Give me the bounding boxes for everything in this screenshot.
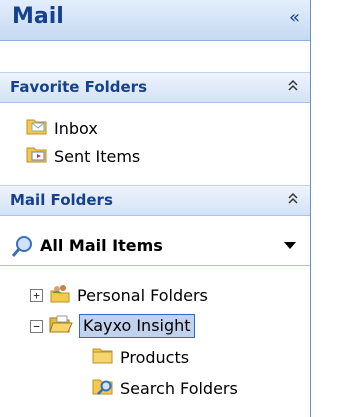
search-icon: [10, 235, 34, 263]
kayxo-insight-label: Kayxo Insight: [79, 314, 195, 338]
personal-folders-label: Personal Folders: [77, 285, 208, 305]
search-folders-label: Search Folders: [120, 378, 238, 398]
chevron-up-icon[interactable]: [286, 76, 300, 98]
all-mail-items-label: All Mail Items: [40, 236, 163, 255]
favorite-folders-title: Favorite Folders: [10, 78, 147, 96]
dropdown-arrow-icon[interactable]: [284, 242, 296, 249]
products-label: Products: [120, 347, 190, 367]
chevron-up-icon[interactable]: [286, 189, 300, 211]
tree-item-products[interactable]: Products: [92, 345, 189, 369]
favorite-folders-header[interactable]: Favorite Folders: [0, 72, 310, 103]
sent-items-label: Sent Items: [54, 146, 141, 166]
tree-item-kayxo-insight[interactable]: − Kayxo Insight: [30, 314, 195, 338]
expand-icon[interactable]: +: [30, 288, 43, 302]
mail-folders-header[interactable]: Mail Folders: [0, 185, 310, 216]
all-mail-items-selector[interactable]: All Mail Items: [0, 229, 310, 266]
mail-folders-title: Mail Folders: [10, 191, 113, 209]
search-folder-icon: [92, 376, 114, 400]
inbox-folder-icon: [26, 117, 48, 139]
collapse-icon[interactable]: −: [30, 319, 43, 333]
folder-icon: [92, 346, 114, 368]
personal-folders-icon: [49, 283, 71, 307]
pane-header: Mail «: [0, 0, 310, 41]
open-folder-icon: [49, 314, 73, 338]
favorite-item-inbox[interactable]: Inbox: [26, 116, 98, 140]
favorite-item-sent-items[interactable]: Sent Items: [26, 144, 140, 168]
pane-title: Mail: [12, 4, 64, 29]
tree-item-personal-folders[interactable]: + Personal Folders: [30, 283, 208, 307]
tree-item-search-folders[interactable]: Search Folders: [92, 376, 238, 400]
inbox-label: Inbox: [54, 118, 98, 138]
collapse-pane-icon[interactable]: «: [289, 6, 300, 30]
mail-navigation-pane: Mail « Favorite Folders Inbox Sent Items…: [0, 0, 311, 417]
sent-items-folder-icon: [26, 145, 48, 167]
